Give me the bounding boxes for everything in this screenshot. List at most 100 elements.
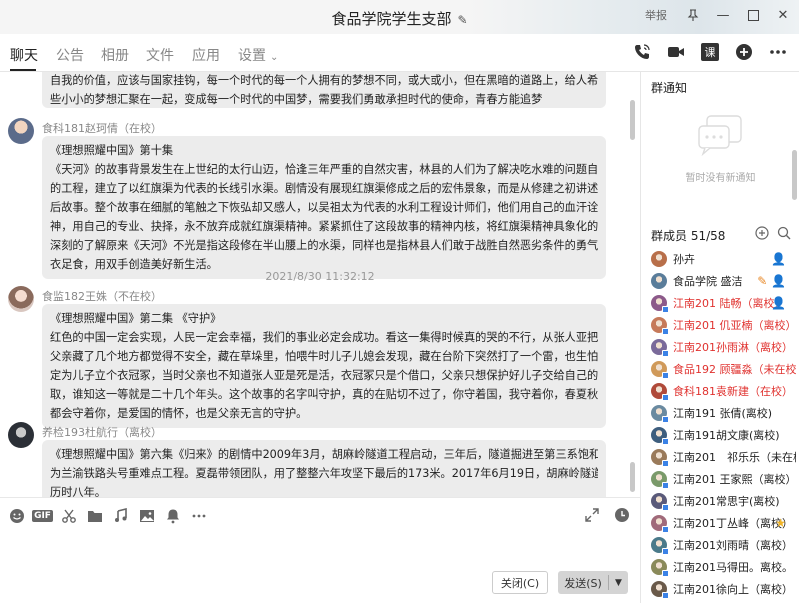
member-avatar bbox=[651, 559, 669, 577]
pin-icon[interactable] bbox=[683, 4, 703, 26]
send-button[interactable]: 发送(S) ▼ bbox=[558, 571, 628, 594]
sender-name[interactable]: 食科181赵珂倩（在校） bbox=[42, 120, 162, 136]
message-line: 为兰渝铁路头号重难点工程。夏磊带领团队，用了整整六年攻坚下最后的173米。201… bbox=[50, 467, 598, 480]
admin-icon: 👤 bbox=[771, 296, 786, 310]
member-name: 江南201刘雨晴（离校） bbox=[673, 539, 793, 552]
more-icon[interactable] bbox=[767, 40, 789, 64]
message-bubble-fragment: 自我的价值，应该与国家挂钩，每一个时代的每一个人拥有的梦想不同，或大或小，但在黑… bbox=[42, 72, 606, 108]
active-tab-indicator bbox=[10, 69, 36, 71]
music-icon[interactable] bbox=[112, 507, 129, 524]
sender-name[interactable]: 食监182王姝（不在校） bbox=[42, 288, 162, 304]
close-button[interactable]: 关闭(C) bbox=[492, 571, 548, 594]
folder-icon[interactable] bbox=[86, 507, 103, 524]
message-line: 深刻的了解原来《天河》不光是指这段修在半山腰上的水渠，同样也是指林县人们敢于战胜… bbox=[50, 239, 598, 252]
emoji-icon[interactable] bbox=[8, 507, 25, 524]
device-status-icon bbox=[662, 416, 669, 423]
video-call-icon[interactable] bbox=[665, 40, 687, 64]
member-avatar bbox=[651, 581, 669, 599]
member-count: 群成员 51/58 bbox=[651, 229, 726, 243]
bell-icon[interactable] bbox=[164, 507, 181, 524]
tab-files[interactable]: 文件 bbox=[146, 45, 174, 65]
close-window-button[interactable]: ✕ bbox=[773, 4, 793, 26]
gif-icon[interactable]: GIF bbox=[32, 507, 53, 524]
chat-scrollbar-lower[interactable] bbox=[630, 462, 635, 492]
device-status-icon bbox=[662, 372, 669, 379]
member-avatar bbox=[651, 317, 669, 335]
message-line: 《天河》的故事背景发生在上世纪的太行山迈，恰逢三年严重的自然灾害，林县的人们为了… bbox=[50, 163, 598, 176]
member-item[interactable]: 孙卉 👤 bbox=[651, 248, 796, 270]
member-item[interactable]: 江南201丁丛峰（离校） ★ bbox=[651, 512, 796, 534]
message-line: 《理想照耀中国》第六集《归来》的剧情中2009年3月，胡麻岭隧道工程启动，三年后… bbox=[50, 448, 598, 461]
member-item[interactable]: 江南201 仉亚楠（离校） bbox=[651, 314, 796, 336]
device-status-icon bbox=[662, 460, 669, 467]
notice-title: 群通知 bbox=[651, 81, 688, 95]
tab-bar: 聊天 公告 相册 文件 应用 设置 ⌄ 课 bbox=[0, 34, 799, 72]
member-item[interactable]: 江南201徐向上（离校） bbox=[651, 578, 796, 600]
member-item[interactable]: 江南201常思宇(离校) bbox=[651, 490, 796, 512]
tab-settings[interactable]: 设置 ⌄ bbox=[238, 45, 278, 65]
invite-member-icon[interactable] bbox=[755, 226, 769, 243]
maximize-button[interactable] bbox=[743, 4, 763, 26]
minimize-button[interactable]: — bbox=[713, 4, 733, 26]
chat-history[interactable]: 自我的价值，应该与国家挂钩，每一个时代的每一个人拥有的梦想不同，或大或小，但在黑… bbox=[0, 72, 640, 497]
member-avatar bbox=[651, 537, 669, 555]
member-avatar bbox=[651, 405, 669, 423]
message-line: 都会守着你，是爱国的情怀，也是父亲无言的守护。 bbox=[50, 407, 308, 420]
add-icon[interactable] bbox=[733, 40, 755, 64]
avatar[interactable] bbox=[8, 286, 34, 312]
member-list-scrollbar[interactable] bbox=[792, 150, 797, 200]
member-item[interactable]: 江南201 王家熙（离校） bbox=[651, 468, 796, 490]
tab-album[interactable]: 相册 bbox=[101, 45, 129, 65]
member-name: 江南201马得田。离校。 bbox=[673, 561, 793, 574]
avatar[interactable] bbox=[8, 118, 34, 144]
tab-apps[interactable]: 应用 bbox=[192, 45, 220, 65]
member-avatar bbox=[651, 273, 667, 289]
image-icon[interactable] bbox=[138, 507, 155, 524]
message-timestamp: 2021/8/30 11:32:12 bbox=[265, 270, 375, 283]
member-avatar bbox=[651, 295, 669, 313]
member-item[interactable]: 江南191 张倩(离校) bbox=[651, 402, 796, 424]
screenshot-scissors-icon[interactable] bbox=[60, 507, 77, 524]
member-name: 江南201常思宇(离校) bbox=[673, 495, 780, 508]
member-item[interactable]: 食品192 顾疆淼（未在校） bbox=[651, 358, 796, 380]
member-item[interactable]: 江南201马得田。离校。 bbox=[651, 556, 796, 578]
member-name: 江南191 张倩(离校) bbox=[673, 407, 773, 420]
member-item[interactable]: 江南201 祁乐乐（未在校） bbox=[651, 446, 796, 468]
member-avatar bbox=[651, 251, 667, 267]
more-tools-icon[interactable] bbox=[190, 507, 207, 524]
device-status-icon bbox=[662, 482, 669, 489]
message-line: 《理想照耀中国》第十集 bbox=[50, 144, 174, 157]
history-clock-icon[interactable] bbox=[614, 507, 630, 526]
member-avatar bbox=[651, 383, 669, 401]
message-line: 红色的中国一定会实现，人民一定会幸福，我们的事业必定会成功。看这一集得时候真的哭… bbox=[50, 331, 598, 344]
lesson-icon[interactable]: 课 bbox=[699, 40, 721, 64]
group-side-panel: 群通知 暂时没有新通知 群成员 51/58 孙卉 👤 食品学院 盛洁 ✎ 👤 江南201… bbox=[640, 72, 799, 603]
member-name: 江南201 仉亚楠（离校） bbox=[673, 319, 796, 332]
message-line: 取，谁知这一等就是二十几个年头。这个故事的名字叫守护，真的在贴切不过了，你守着国… bbox=[50, 388, 598, 401]
message-line: 历时八年。 bbox=[50, 486, 106, 497]
report-link[interactable]: 举报 bbox=[645, 7, 667, 23]
member-item[interactable]: 江南201孙雨淋（离校） bbox=[651, 336, 796, 358]
expand-icon[interactable] bbox=[584, 507, 600, 526]
message-line: 后故事。整个故事在细腻的笔触之下恢弘却又感人，以吴祖太为代表的水利工程设计师们，… bbox=[50, 201, 598, 214]
avatar[interactable] bbox=[8, 422, 34, 448]
voice-call-icon[interactable] bbox=[631, 40, 653, 64]
sender-name[interactable]: 养检193杜航行（离校） bbox=[42, 424, 162, 440]
chat-scrollbar[interactable] bbox=[630, 100, 635, 140]
member-item[interactable]: 江南191胡文康(离校) bbox=[651, 424, 796, 446]
tab-announcements[interactable]: 公告 bbox=[56, 45, 84, 65]
member-search-icon[interactable] bbox=[777, 226, 791, 243]
member-item[interactable]: 食品学院 盛洁 ✎ 👤 bbox=[651, 270, 796, 292]
message-bubble: 《理想照耀中国》第六集《归来》的剧情中2009年3月，胡麻岭隧道工程启动，三年后… bbox=[42, 440, 606, 497]
message-line: 神，用自己的专业、抉择，永不放弃成就红旗渠精神。紧紧抓住了这段故事的精神内核，将… bbox=[50, 220, 598, 233]
tab-chat[interactable]: 聊天 bbox=[10, 45, 38, 65]
send-options-chevron-icon[interactable]: ▼ bbox=[609, 578, 628, 588]
member-item[interactable]: 江南201 陆畅（离校） 👤 bbox=[651, 292, 796, 314]
edit-title-icon[interactable]: ✎ bbox=[457, 13, 467, 27]
group-name: 食品学院学生支部 bbox=[331, 10, 452, 28]
message-line: 定为儿子立个衣冠冢，当时父亲也不知道张人亚是死是活，衣冠冢只是个借口，父亲只想保… bbox=[50, 369, 598, 382]
device-status-icon bbox=[662, 548, 669, 555]
member-item[interactable]: 江南201刘雨晴（离校） bbox=[651, 534, 796, 556]
member-item[interactable]: 食科181袁新建（在校） bbox=[651, 380, 796, 402]
message-line: 的工程，建立了以红旗渠为代表的长线引水渠。剧情没有展现红旗渠修成之后的宏伟景象，… bbox=[50, 182, 598, 195]
